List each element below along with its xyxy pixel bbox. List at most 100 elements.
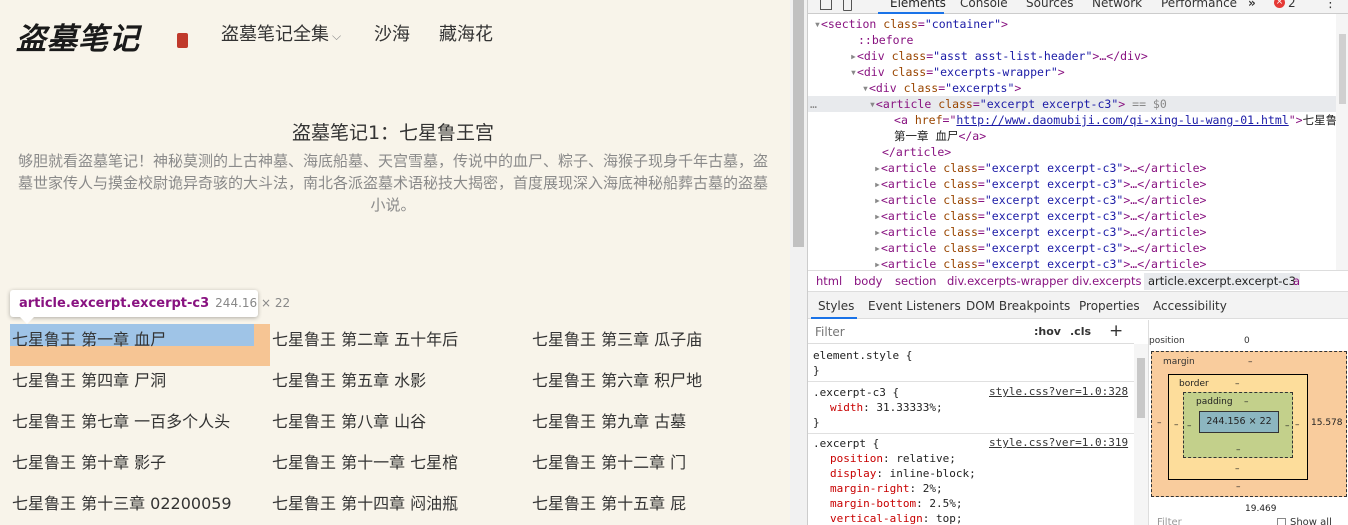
chapter-link[interactable]: 七星鲁王 第七章 一百多个人头 bbox=[12, 408, 230, 432]
tab-event-listeners[interactable]: Event Listeners bbox=[868, 299, 961, 313]
margin-right-value[interactable]: 15.578 bbox=[1311, 418, 1343, 428]
breadcrumb-item-active[interactable]: article.excerpt.excerpt-c3 bbox=[1144, 273, 1300, 290]
page-scrollbar[interactable] bbox=[790, 0, 807, 525]
dom-node-div[interactable]: ▾<div class="excerpts-wrapper"> bbox=[850, 64, 1065, 80]
breadcrumb-item[interactable]: div.excerpts bbox=[1072, 274, 1141, 288]
dom-node-article[interactable]: ▸<article class="excerpt excerpt-c3">…</… bbox=[874, 160, 1206, 176]
breadcrumb-item[interactable]: div.excerpts-wrapper bbox=[947, 274, 1068, 288]
class-toggle[interactable]: .cls bbox=[1070, 325, 1091, 338]
css-declaration[interactable]: margin-right: 2%; bbox=[830, 481, 943, 496]
tab-dom-breakpoints[interactable]: DOM Breakpoints bbox=[966, 299, 1070, 313]
dom-node-article[interactable]: ▸<article class="excerpt excerpt-c3">…</… bbox=[874, 208, 1206, 224]
padding-bottom-value[interactable]: – bbox=[1236, 445, 1241, 455]
collapse-arrow-icon[interactable]: ▾ bbox=[814, 17, 821, 31]
tab-elements[interactable]: Elements bbox=[890, 0, 946, 10]
chapter-link[interactable]: 七星鲁王 第十二章 门 bbox=[532, 449, 686, 473]
breadcrumb-item[interactable]: a bbox=[1293, 274, 1300, 288]
rule-selector[interactable]: .excerpt-c3 { bbox=[813, 385, 899, 400]
error-count[interactable]: 2 bbox=[1288, 0, 1296, 10]
css-declaration[interactable]: margin-bottom: 2.5%; bbox=[830, 496, 962, 511]
dom-node-article[interactable]: ▸<article class="excerpt excerpt-c3">…</… bbox=[874, 240, 1206, 256]
chapter-link[interactable]: 七星鲁王 第八章 山谷 bbox=[272, 408, 426, 432]
collapse-arrow-icon[interactable]: ▾ bbox=[862, 81, 869, 95]
box-model-border[interactable]: border – – – – padding – – – – 244.156 ×… bbox=[1168, 374, 1308, 480]
chapter-link[interactable]: 七星鲁王 第一章 血尸 bbox=[12, 326, 166, 350]
box-model-content[interactable]: 244.156 × 22 bbox=[1199, 411, 1279, 433]
css-declaration[interactable]: position: relative; bbox=[830, 451, 956, 466]
more-icon[interactable]: … bbox=[810, 97, 817, 111]
show-all-checkbox[interactable] bbox=[1277, 518, 1286, 525]
padding-top-value[interactable]: – bbox=[1244, 397, 1249, 407]
dom-node-article[interactable]: ▸<article class="excerpt excerpt-c3">…</… bbox=[874, 256, 1206, 270]
border-left-value[interactable]: – bbox=[1174, 420, 1179, 430]
chapter-link[interactable]: 七星鲁王 第十三章 02200059 bbox=[12, 490, 232, 514]
dom-node-article-close[interactable]: </article> bbox=[882, 144, 951, 160]
rule-source-link[interactable]: style.css?ver=1.0:319 bbox=[989, 436, 1128, 449]
breadcrumb-item[interactable]: section bbox=[895, 274, 936, 288]
chapter-link[interactable]: 七星鲁王 第四章 尸洞 bbox=[12, 367, 166, 391]
styles-filter-input[interactable] bbox=[815, 325, 1015, 339]
rule-source-link[interactable]: style.css?ver=1.0:328 bbox=[989, 385, 1128, 398]
expand-arrow-icon[interactable]: ▸ bbox=[874, 241, 881, 255]
chapter-link[interactable]: 七星鲁王 第十章 影子 bbox=[12, 449, 166, 473]
box-model-padding[interactable]: padding – – – – 244.156 × 22 bbox=[1183, 392, 1293, 458]
dom-node-article[interactable]: ▸<article class="excerpt excerpt-c3">…</… bbox=[874, 192, 1206, 208]
expand-arrow-icon[interactable]: ▸ bbox=[874, 257, 881, 270]
dom-tree-scrollbar-thumb[interactable] bbox=[1339, 34, 1346, 104]
border-right-value[interactable]: – bbox=[1295, 420, 1300, 430]
dom-node-article[interactable]: ▸<article class="excerpt excerpt-c3">…</… bbox=[874, 176, 1206, 192]
margin-left-value[interactable]: – bbox=[1157, 418, 1162, 428]
new-rule-button[interactable]: + bbox=[1109, 321, 1123, 341]
error-icon[interactable]: × bbox=[1274, 0, 1285, 8]
chapter-link[interactable]: 七星鲁王 第二章 五十年后 bbox=[272, 326, 458, 350]
dom-node-article[interactable]: ▸<article class="excerpt excerpt-c3">…</… bbox=[874, 224, 1206, 240]
rule-selector[interactable]: .excerpt { bbox=[813, 436, 879, 451]
nav-item-collection[interactable]: 盗墓笔记全集 ⌵ bbox=[221, 20, 341, 46]
nav-item-canghaihua[interactable]: 藏海花 bbox=[439, 20, 493, 46]
chapter-link[interactable]: 七星鲁王 第五章 水影 bbox=[272, 367, 426, 391]
more-tabs-icon[interactable]: » bbox=[1248, 0, 1256, 10]
tab-console[interactable]: Console bbox=[960, 0, 1008, 10]
inspect-element-icon[interactable] bbox=[820, 0, 832, 10]
dom-node-div[interactable]: ▾<div class="excerpts"> bbox=[862, 80, 1021, 96]
nav-item-shahai[interactable]: 沙海 bbox=[374, 20, 410, 46]
css-declaration[interactable]: display: inline-block; bbox=[830, 466, 976, 481]
chapter-link[interactable]: 七星鲁王 第九章 古墓 bbox=[532, 408, 686, 432]
chapter-link[interactable]: 七星鲁王 第十一章 七星棺 bbox=[272, 449, 458, 473]
border-bottom-value[interactable]: – bbox=[1235, 464, 1240, 474]
chapter-link[interactable]: 七星鲁王 第三章 瓜子庙 bbox=[532, 326, 702, 350]
collapse-arrow-icon[interactable]: ▾ bbox=[869, 97, 876, 111]
href-link[interactable]: http://www.daomubiji.com/qi-xing-lu-wang… bbox=[956, 113, 1288, 127]
box-model-margin[interactable]: margin – 15.578 – – border – – – – paddi… bbox=[1151, 351, 1347, 497]
expand-arrow-icon[interactable]: ▸ bbox=[874, 225, 881, 239]
styles-scrollbar[interactable] bbox=[1134, 344, 1148, 525]
breadcrumb-item[interactable]: html bbox=[816, 274, 842, 288]
expand-arrow-icon[interactable]: ▸ bbox=[874, 177, 881, 191]
rule-selector[interactable]: element.style { bbox=[813, 348, 912, 363]
tab-sources[interactable]: Sources bbox=[1026, 0, 1073, 10]
box-model-bottom-value[interactable]: 19.469 bbox=[1245, 504, 1277, 514]
expand-arrow-icon[interactable]: ▸ bbox=[850, 49, 857, 63]
dom-node-pseudo[interactable]: ::before bbox=[858, 32, 913, 48]
tab-accessibility[interactable]: Accessibility bbox=[1153, 299, 1227, 313]
dom-node-a-cont[interactable]: 第一章 血尸</a> bbox=[894, 128, 986, 144]
box-model-position-value[interactable]: 0 bbox=[1244, 336, 1250, 346]
dom-node-div[interactable]: ▸<div class="asst asst-list-header">…</d… bbox=[850, 48, 1148, 64]
computed-filter[interactable]: Filter bbox=[1157, 517, 1182, 525]
tab-performance[interactable]: Performance bbox=[1161, 0, 1237, 10]
expand-arrow-icon[interactable]: ▸ bbox=[874, 209, 881, 223]
chapter-link[interactable]: 七星鲁王 第十四章 闷油瓶 bbox=[272, 490, 458, 514]
tab-network[interactable]: Network bbox=[1092, 0, 1142, 10]
css-declaration[interactable]: width: 31.33333%; bbox=[830, 400, 943, 415]
dom-tree[interactable]: ▾<section class="container"> ::before ▸<… bbox=[808, 14, 1336, 270]
dom-node-a[interactable]: <a href="http://www.daomubiji.com/qi-xin… bbox=[894, 112, 1336, 128]
hover-state-toggle[interactable]: :hov bbox=[1034, 325, 1061, 338]
tab-styles[interactable]: Styles bbox=[818, 299, 854, 313]
styles-scrollbar-thumb[interactable] bbox=[1137, 358, 1145, 418]
margin-top-value[interactable]: – bbox=[1248, 357, 1253, 367]
menu-icon[interactable]: ⋮ bbox=[1324, 0, 1337, 11]
expand-arrow-icon[interactable]: ▸ bbox=[874, 193, 881, 207]
dom-node-article-selected[interactable]: … ▾<article class="excerpt excerpt-c3"> =… bbox=[810, 96, 1167, 112]
tab-properties[interactable]: Properties bbox=[1079, 299, 1140, 313]
device-toolbar-icon[interactable] bbox=[843, 0, 852, 11]
